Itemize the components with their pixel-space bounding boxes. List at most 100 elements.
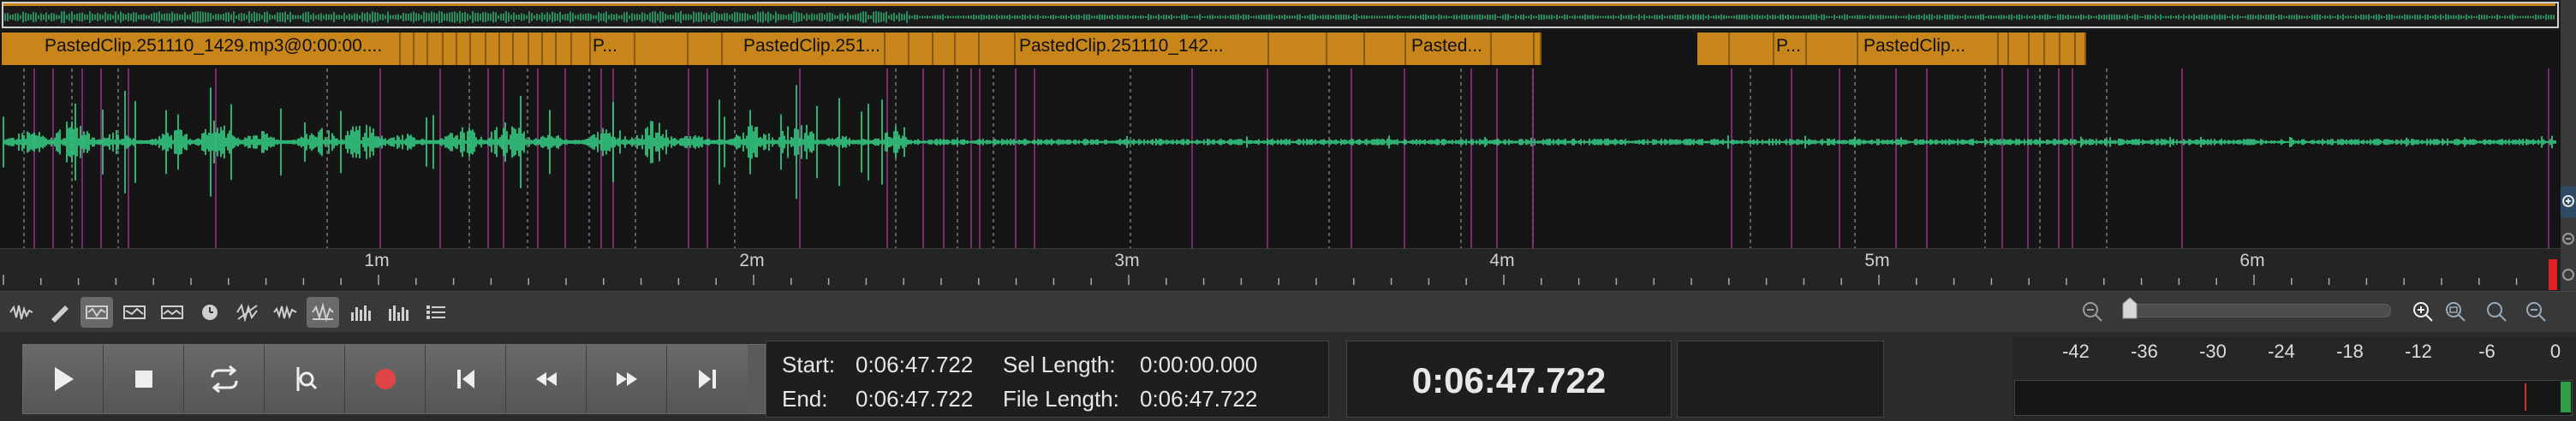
file-length-value: 0:06:47.722 [1140, 386, 1258, 412]
zoom-full-icon[interactable] [2523, 299, 2549, 324]
clock-icon[interactable] [194, 297, 226, 328]
timeline-ruler[interactable]: 1m 2m 3m 4m 5m 6m [0, 248, 2561, 292]
clip-segment[interactable] [428, 33, 444, 65]
meter-peak-indicator [2525, 383, 2526, 411]
clip-segment[interactable] [1535, 33, 1541, 65]
clip-segment[interactable] [500, 33, 514, 65]
waveform-view-icon[interactable] [5, 297, 38, 328]
tool-bar [0, 291, 2576, 333]
clip-segment[interactable] [486, 33, 500, 65]
clip-segment[interactable] [1327, 33, 1365, 65]
vertical-zoom-bar [2561, 0, 2576, 291]
clip-segment[interactable] [2030, 33, 2045, 65]
scrub-button[interactable] [265, 345, 345, 413]
playhead-marker-icon[interactable] [2545, 259, 2559, 290]
fast-forward-icon [616, 372, 637, 386]
clip-label: P... [1776, 36, 1801, 56]
zoom-slider-thumb[interactable] [2122, 297, 2138, 319]
ruler-label-3m: 3m [1114, 251, 1140, 270]
clip-2[interactable]: P... [591, 33, 635, 65]
pencil-icon[interactable] [43, 297, 75, 328]
list-icon[interactable] [420, 297, 452, 328]
meter-label: -12 [2405, 341, 2432, 362]
clip-segment[interactable] [635, 33, 689, 65]
clip-3[interactable]: PastedClip.251... [723, 33, 886, 65]
clip-segment[interactable] [457, 33, 471, 65]
zoom-in-icon[interactable] [2410, 299, 2436, 324]
transport-controls [22, 344, 766, 414]
spectral-icon[interactable] [80, 297, 113, 328]
spectrum-icon[interactable] [307, 297, 339, 328]
sel-length-value[interactable]: 0:00:00.000 [1140, 352, 1257, 378]
clip-segment[interactable] [980, 33, 1016, 65]
clip-segment[interactable] [2009, 33, 2030, 65]
clip-segment[interactable] [572, 33, 591, 65]
record-icon [374, 369, 396, 389]
clip-5[interactable]: Pasted... [1406, 33, 1492, 65]
clip-segment[interactable] [2045, 33, 2060, 65]
clip-segment[interactable] [933, 33, 956, 65]
clip-6[interactable]: P... [1774, 33, 1807, 65]
clip-segment[interactable] [514, 33, 529, 65]
clip-segment[interactable] [1999, 33, 2009, 65]
horizontal-zoom-slider[interactable] [2132, 304, 2391, 317]
zoom-fit-icon[interactable] [2561, 260, 2576, 291]
clip-segment[interactable] [2060, 33, 2076, 65]
clip-segment[interactable] [444, 33, 457, 65]
clip-label: P... [593, 36, 617, 56]
zoom-selection-icon[interactable] [2442, 299, 2468, 324]
clip-segment[interactable] [689, 33, 723, 65]
sel-length-label: Sel Length: [1003, 352, 1116, 377]
start-value[interactable]: 0:06:47.722 [856, 352, 973, 378]
end-value[interactable]: 0:06:47.722 [856, 386, 973, 412]
zoom-out-icon[interactable] [2079, 299, 2105, 324]
meter-label: -6 [2478, 341, 2496, 362]
skip-end-button[interactable] [667, 345, 748, 413]
clip-track[interactable]: PastedClip.251110_1429.mp3@0:00:00.... P… [0, 31, 2561, 68]
play-button[interactable] [23, 345, 104, 413]
waveform-area[interactable] [0, 68, 2561, 248]
spectral-icon[interactable] [156, 297, 188, 328]
bars-icon[interactable] [344, 297, 377, 328]
clip-segment[interactable] [1697, 33, 1730, 65]
record-button[interactable] [345, 345, 426, 413]
zoom-fit-icon[interactable] [2484, 299, 2509, 324]
clip-segment[interactable] [1730, 33, 1774, 65]
clip-segment[interactable] [401, 33, 414, 65]
meter-label: 0 [2549, 341, 2561, 362]
rewind-icon [535, 372, 557, 386]
clip-segment[interactable] [886, 33, 909, 65]
skip-start-button[interactable] [426, 345, 506, 413]
clip-7[interactable]: PastedClip... [1858, 33, 1999, 65]
end-label: End: [782, 386, 828, 412]
zoom-in-icon[interactable] [2561, 187, 2576, 217]
waveform-icon[interactable] [269, 297, 301, 328]
rewind-button[interactable] [506, 345, 587, 413]
clip-segment[interactable] [956, 33, 980, 65]
clip-label: Pasted... [1411, 36, 1482, 56]
overview-viewport-frame[interactable] [2, 2, 2559, 28]
clip-4[interactable]: PastedClip.251110_142... [1016, 33, 1269, 65]
clip-1[interactable]: PastedClip.251110_1429.mp3@0:00:00.... [2, 33, 401, 65]
clip-segment[interactable] [1365, 33, 1406, 65]
clip-segment[interactable] [2076, 33, 2086, 65]
clip-segment[interactable] [543, 33, 557, 65]
clip-segment[interactable] [909, 33, 933, 65]
zoom-out-icon[interactable] [2561, 224, 2576, 255]
bars-icon[interactable] [382, 297, 414, 328]
stop-button[interactable] [104, 345, 184, 413]
loop-button[interactable] [184, 345, 265, 413]
fast-forward-button[interactable] [587, 345, 667, 413]
clip-segment[interactable] [471, 33, 486, 65]
clip-segment[interactable] [529, 33, 543, 65]
clip-segment[interactable] [414, 33, 428, 65]
clip-segment[interactable] [1269, 33, 1327, 65]
noise-icon[interactable] [231, 297, 264, 328]
clip-segment[interactable] [557, 33, 572, 65]
current-time-display: 0:06:47.722 [1411, 360, 1607, 400]
clip-segment[interactable] [1492, 33, 1535, 65]
clip-segment[interactable] [1807, 33, 1858, 65]
ruler-label-2m: 2m [739, 251, 765, 270]
spectral-icon[interactable] [118, 297, 151, 328]
overview-strip[interactable] [0, 0, 2561, 32]
